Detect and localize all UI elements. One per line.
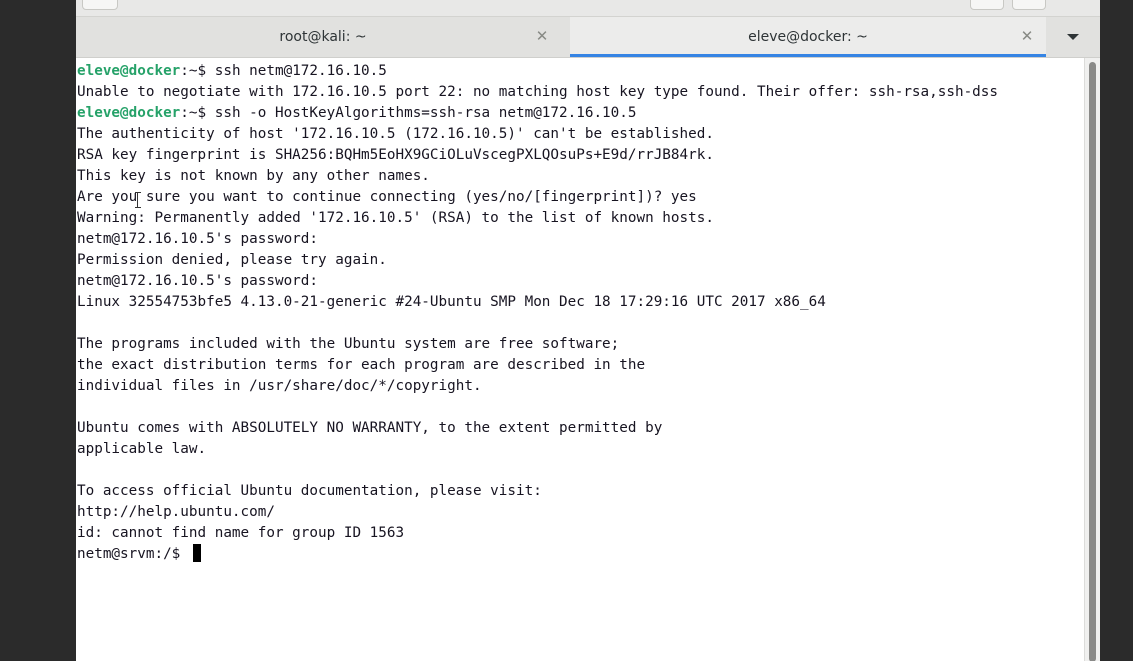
terminal-line: Warning: Permanently added '172.16.10.5'…: [76, 208, 1084, 229]
output-text: Ubuntu comes with ABSOLUTELY NO WARRANTY…: [77, 420, 663, 436]
output-text: applicable law.: [77, 441, 207, 457]
terminal-line: Unable to negotiate with 172.16.10.5 por…: [76, 82, 1084, 103]
options-button[interactable]: [1012, 0, 1046, 10]
terminal-line: This key is not known by any other names…: [76, 166, 1084, 187]
active-tab-indicator: [570, 54, 1046, 57]
prompt-user: eleve@docker: [77, 63, 181, 79]
terminal-line: Linux 32554753bfe5 4.13.0-21-generic #24…: [76, 292, 1084, 313]
terminal-window: root@kali: ~ ✕ eleve@docker: ~ ✕ eleve@d…: [76, 0, 1100, 661]
terminal-line: eleve@docker:~$ ssh netm@172.16.10.5: [76, 61, 1084, 82]
output-text: The authenticity of host '172.16.10.5 (1…: [77, 126, 714, 142]
output-text: Unable to negotiate with 172.16.10.5 por…: [77, 84, 998, 100]
output-text: RSA key fingerprint is SHA256:BQHm5EoHX9…: [77, 147, 714, 163]
close-icon[interactable]: ✕: [534, 28, 550, 44]
terminal-line: netm@172.16.10.5's password:: [76, 229, 1084, 250]
tab-bar: root@kali: ~ ✕ eleve@docker: ~ ✕: [76, 17, 1100, 58]
close-icon[interactable]: ✕: [1019, 28, 1035, 44]
prompt-user: eleve@docker: [77, 105, 181, 121]
terminal-line: The programs included with the Ubuntu sy…: [76, 334, 1084, 355]
output-text: The programs included with the Ubuntu sy…: [77, 336, 620, 352]
scrollbar[interactable]: [1084, 58, 1100, 661]
tab-root-kali[interactable]: root@kali: ~ ✕: [76, 17, 570, 57]
terminal-line: http://help.ubuntu.com/: [76, 502, 1084, 523]
output-text: id: cannot find name for group ID 1563: [77, 525, 405, 541]
output-text: the exact distribution terms for each pr…: [77, 357, 646, 373]
terminal-output[interactable]: eleve@docker:~$ ssh netm@172.16.10.5 Unab…: [76, 58, 1084, 661]
terminal-line: Are you sure you want to continue connec…: [76, 187, 1084, 208]
output-text: Linux 32554753bfe5 4.13.0-21-generic #24…: [77, 294, 826, 310]
terminal-line: applicable law.: [76, 439, 1084, 460]
terminal-line: netm@172.16.10.5's password:: [76, 271, 1084, 292]
menu-button[interactable]: [82, 0, 118, 10]
tab-label: eleve@docker: ~: [748, 29, 868, 45]
output-text: This key is not known by any other names…: [77, 168, 430, 184]
output-text: Permission denied, please try again.: [77, 252, 387, 268]
output-text: individual files in /usr/share/doc/*/cop…: [77, 378, 482, 394]
terminal-line: eleve@docker:~$ ssh -o HostKeyAlgorithms…: [76, 103, 1084, 124]
terminal-line: RSA key fingerprint is SHA256:BQHm5EoHX9…: [76, 145, 1084, 166]
output-text: To access official Ubuntu documentation,…: [77, 483, 542, 499]
terminal-line: Ubuntu comes with ABSOLUTELY NO WARRANTY…: [76, 418, 1084, 439]
header-bar: [76, 0, 1100, 17]
terminal-line: To access official Ubuntu documentation,…: [76, 481, 1084, 502]
command-text: :~$ ssh netm@172.16.10.5: [180, 63, 387, 79]
terminal-line: id: cannot find name for group ID 1563: [76, 523, 1084, 544]
output-text: Warning: Permanently added '172.16.10.5'…: [77, 210, 714, 226]
search-button[interactable]: [970, 0, 1004, 10]
terminal-line: individual files in /usr/share/doc/*/cop…: [76, 376, 1084, 397]
output-text: netm@172.16.10.5's password:: [77, 273, 319, 289]
terminal-line: netm@srvm:/$: [76, 544, 1084, 565]
output-text: Are you sure you want to continue connec…: [77, 189, 697, 205]
tab-label: root@kali: ~: [279, 29, 367, 45]
tab-eleve-docker[interactable]: eleve@docker: ~ ✕: [570, 17, 1046, 57]
output-text: netm@172.16.10.5's password:: [77, 231, 319, 247]
terminal-line: The authenticity of host '172.16.10.5 (1…: [76, 124, 1084, 145]
terminal-line: the exact distribution terms for each pr…: [76, 355, 1084, 376]
scrollbar-thumb[interactable]: [1089, 62, 1096, 661]
terminal-cursor: [192, 544, 201, 562]
terminal-line: Permission denied, please try again.: [76, 250, 1084, 271]
tab-list-button[interactable]: [1046, 17, 1100, 57]
chevron-down-icon: [1067, 34, 1079, 40]
output-text: netm@srvm:/$: [77, 546, 189, 562]
output-text: http://help.ubuntu.com/: [77, 504, 275, 520]
command-text: :~$ ssh -o HostKeyAlgorithms=ssh-rsa net…: [180, 105, 637, 121]
